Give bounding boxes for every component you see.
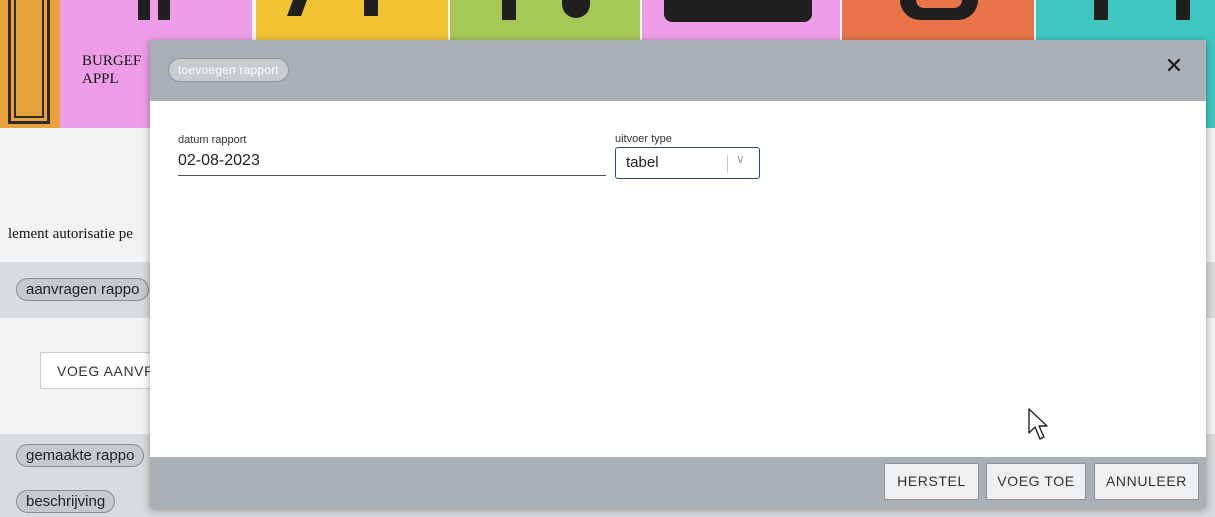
output-type-value: tabel (626, 154, 659, 171)
glyph-icon (364, 0, 378, 16)
reset-button[interactable]: HERSTEL (884, 463, 979, 500)
mouse-cursor-icon (1028, 408, 1048, 440)
close-button[interactable]: ✕ (1160, 52, 1188, 80)
dialog-body: datum rapport 02-08-2023 uitvoer type ta… (150, 101, 1206, 457)
dialog-title: toevoegen rapport (168, 58, 289, 82)
request-chip: aanvragen rappo (16, 278, 150, 301)
made-reports-chip: gemaakte rappo (16, 444, 145, 467)
tile-orange[interactable] (0, 0, 60, 128)
dialog-header: toevoegen rapport ✕ (150, 40, 1206, 101)
tile-label: BURGEF APPL (82, 53, 142, 87)
glyph-icon (664, 0, 812, 22)
cancel-button[interactable]: ANNULEER (1094, 463, 1199, 500)
date-label: datum rapport (178, 134, 247, 146)
select-separator (727, 155, 728, 173)
section-heading: lement autorisatie pe (8, 226, 133, 242)
glyph-icon (287, 0, 307, 16)
frame-icon (8, 0, 50, 124)
add-report-dialog: toevoegen rapport ✕ datum rapport 02-08-… (150, 40, 1206, 508)
glyph-icon (138, 0, 150, 20)
dialog-footer: HERSTEL VOEG TOE ANNULEER (150, 457, 1206, 508)
output-type-select[interactable]: tabel ∨ (615, 147, 760, 179)
glyph-icon (1176, 0, 1190, 20)
output-type-label: uitvoer type (615, 133, 672, 145)
close-icon: ✕ (1164, 53, 1184, 78)
glyph-icon (158, 0, 170, 20)
description-chip: beschrijving (16, 490, 116, 513)
glyph-icon (562, 0, 590, 18)
add-button[interactable]: VOEG TOE (986, 463, 1086, 500)
glyph-icon (1094, 0, 1108, 20)
glyph-icon (502, 0, 516, 20)
date-input[interactable]: 02-08-2023 (178, 150, 606, 176)
chevron-down-icon: ∨ (736, 152, 745, 166)
